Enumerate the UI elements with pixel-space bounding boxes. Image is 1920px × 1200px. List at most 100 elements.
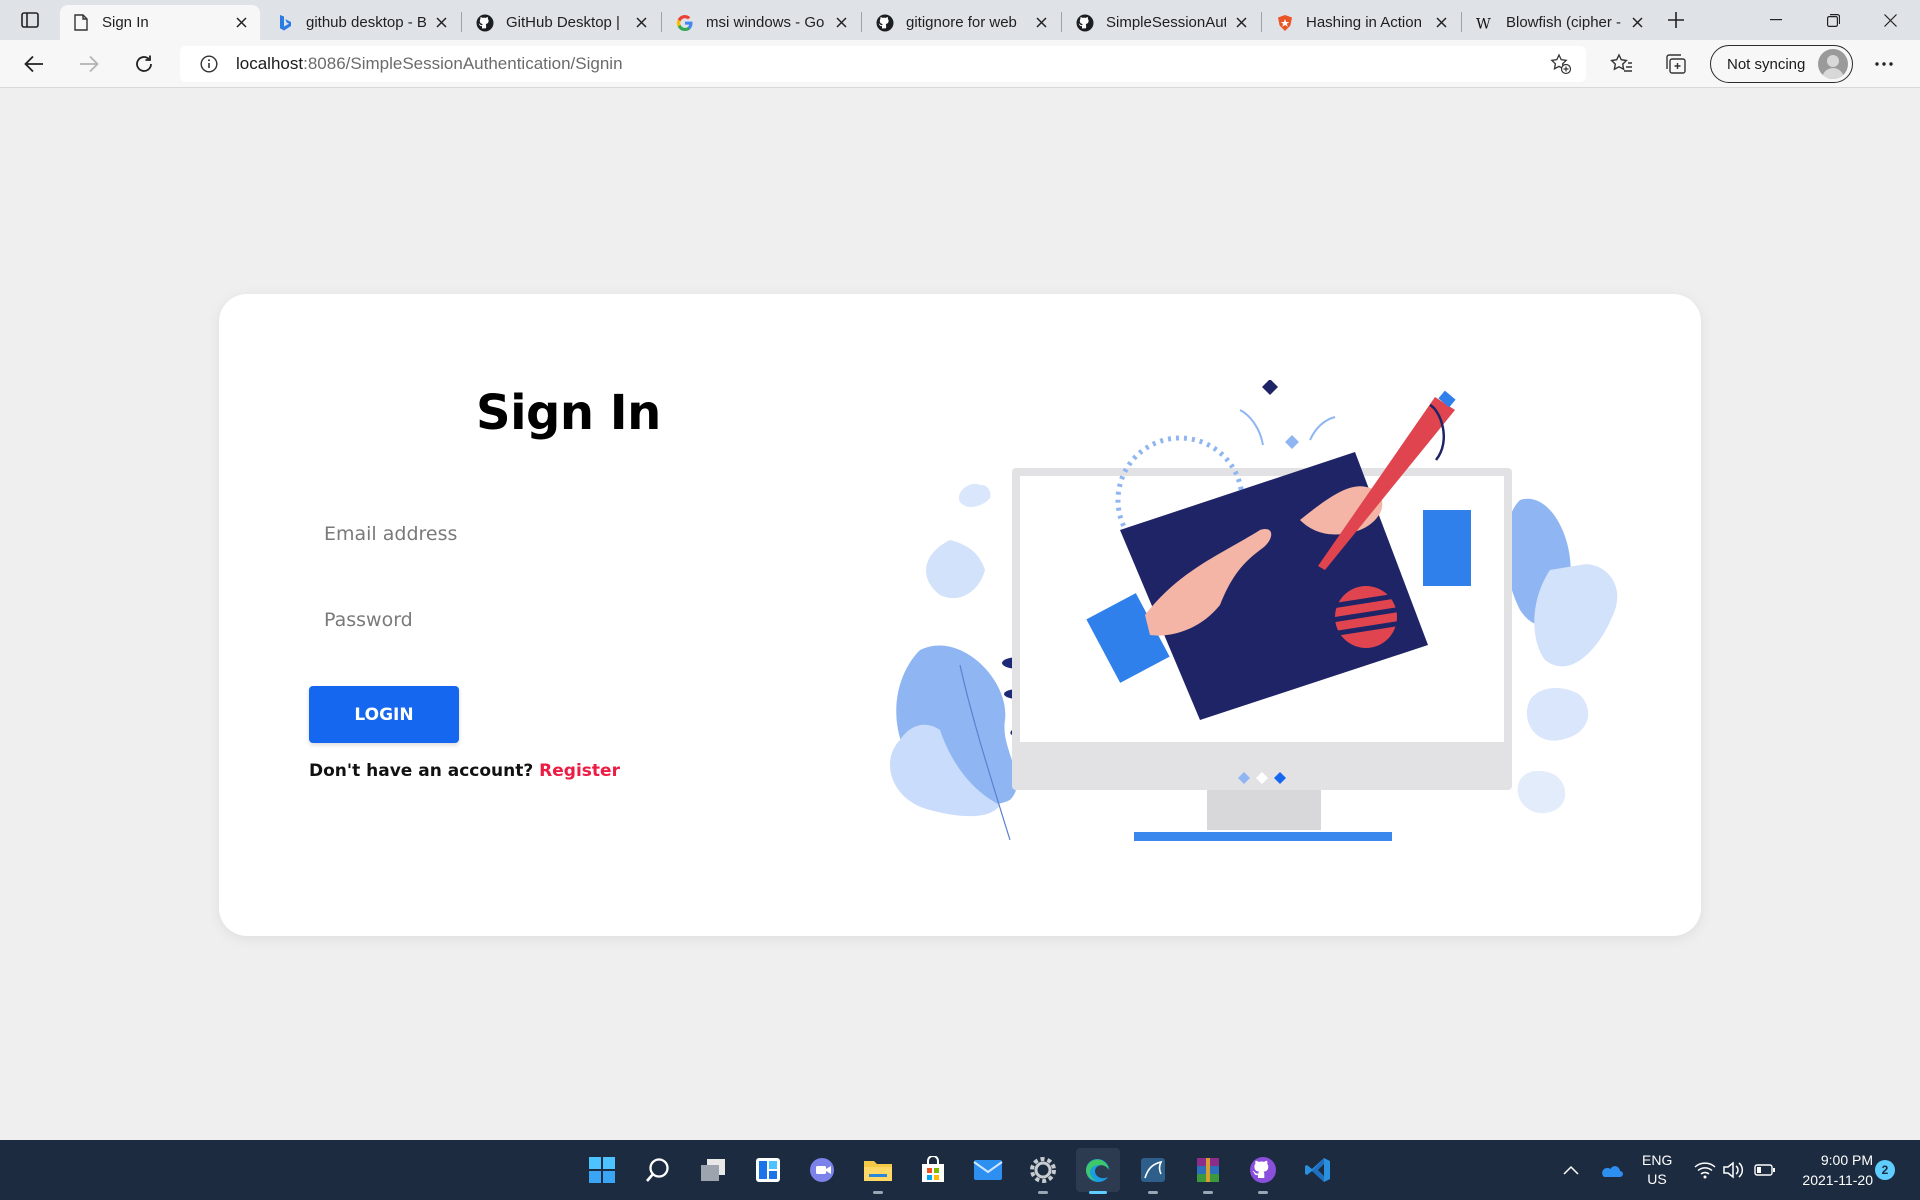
date-text: 2021-11-20 [1802, 1172, 1873, 1188]
collections-icon[interactable] [1658, 48, 1694, 80]
tab-separator [1061, 12, 1062, 32]
bing-icon [276, 14, 294, 32]
mysql-workbench-icon[interactable] [1131, 1148, 1175, 1194]
running-indicator [873, 1191, 883, 1194]
tab-separator [1261, 12, 1262, 32]
notification-badge[interactable]: 2 [1875, 1160, 1895, 1180]
register-link[interactable]: Register [539, 761, 620, 781]
register-prompt: Don't have an account? [309, 761, 534, 781]
task-view-icon[interactable] [691, 1148, 735, 1192]
edge-icon[interactable] [1076, 1148, 1120, 1194]
teams-chat-icon[interactable] [801, 1148, 845, 1192]
tab-label: Blowfish (cipher - [1506, 14, 1622, 31]
close-tab-icon[interactable] [632, 14, 650, 32]
refresh-icon[interactable] [126, 48, 162, 80]
github-icon [476, 14, 494, 32]
tab-label: SimpleSessionAut [1106, 14, 1226, 31]
close-tab-icon[interactable] [832, 14, 850, 32]
add-favorite-icon[interactable] [1546, 50, 1576, 78]
vscode-icon[interactable] [1296, 1148, 1340, 1192]
tab-bar: Sign In github desktop - B GitHub Deskto… [0, 0, 1920, 40]
tab-separator [861, 12, 862, 32]
minimize-icon[interactable] [1748, 0, 1804, 40]
url-host: localhost [236, 54, 304, 73]
close-tab-icon[interactable] [232, 14, 250, 32]
running-indicator [1148, 1191, 1158, 1194]
back-icon[interactable] [16, 48, 52, 80]
tab-github-desktop-bing[interactable]: github desktop - B [264, 5, 460, 40]
close-tab-icon[interactable] [1432, 14, 1450, 32]
running-indicator [1038, 1191, 1048, 1194]
register-prompt-line: Don't have an account? Register [309, 761, 620, 781]
new-tab-icon[interactable] [1660, 6, 1692, 34]
forward-icon[interactable] [71, 48, 107, 80]
mail-icon[interactable] [966, 1148, 1010, 1192]
close-tab-icon[interactable] [1032, 14, 1050, 32]
input-language-indicator[interactable]: ENG US [1642, 1151, 1672, 1189]
right-leaves-illustration [1505, 498, 1618, 814]
svg-text:W: W [1476, 16, 1491, 31]
tab-sign-in[interactable]: Sign In [60, 5, 260, 40]
settings-and-more-icon[interactable] [1866, 48, 1902, 80]
store-icon[interactable] [911, 1148, 955, 1192]
login-button[interactable]: LOGIN [309, 686, 459, 743]
tab-actions-menu-icon[interactable] [14, 6, 46, 34]
volume-icon[interactable] [1720, 1157, 1746, 1183]
tab-github-desktop[interactable]: GitHub Desktop | [464, 5, 660, 40]
tab-msi-windows-google[interactable]: msi windows - Go [664, 5, 860, 40]
close-tab-icon[interactable] [432, 14, 450, 32]
language-code: ENG [1642, 1152, 1673, 1168]
site-info-icon[interactable] [194, 55, 224, 73]
page-title: Sign In [476, 385, 661, 441]
winrar-icon[interactable] [1186, 1148, 1230, 1194]
show-hidden-icons-icon[interactable] [1558, 1157, 1584, 1183]
battery-icon[interactable] [1752, 1157, 1778, 1183]
password-field[interactable] [309, 594, 849, 646]
avatar [1818, 49, 1848, 79]
windows-taskbar: ENG US 9:00 PM 2021-11-20 2 [0, 1140, 1920, 1200]
tab-blowfish-wikipedia[interactable]: W Blowfish (cipher - [1464, 5, 1656, 40]
tab-separator [461, 12, 462, 32]
wifi-icon[interactable] [1692, 1157, 1718, 1183]
search-icon[interactable] [636, 1148, 680, 1192]
running-indicator [1258, 1191, 1268, 1194]
widgets-icon[interactable] [746, 1148, 790, 1192]
github-desktop-icon[interactable] [1241, 1148, 1285, 1194]
clock[interactable]: 9:00 PM 2021-11-20 [1783, 1150, 1873, 1190]
time-text: 9:00 PM [1820, 1152, 1873, 1168]
navigation-toolbar: localhost:8086/SimpleSessionAuthenticati… [0, 40, 1920, 88]
wikipedia-icon: W [1476, 14, 1494, 32]
profile-sync-button[interactable]: Not syncing [1710, 45, 1853, 83]
favorites-icon[interactable] [1603, 48, 1639, 80]
onedrive-icon[interactable] [1598, 1157, 1624, 1183]
region-code: US [1647, 1171, 1667, 1187]
auth0-icon [1276, 14, 1294, 32]
tab-label: msi windows - Go [706, 14, 825, 31]
close-window-icon[interactable] [1862, 0, 1918, 40]
github-icon [876, 14, 894, 32]
sparkle-decorations [1239, 380, 1336, 449]
close-tab-icon[interactable] [1628, 14, 1646, 32]
tab-simple-session-auth[interactable]: SimpleSessionAut [1064, 5, 1260, 40]
address-bar[interactable]: localhost:8086/SimpleSessionAuthenticati… [180, 46, 1586, 82]
start-icon[interactable] [580, 1148, 624, 1192]
url-text[interactable]: localhost:8086/SimpleSessionAuthenticati… [236, 54, 623, 74]
email-field[interactable] [309, 508, 849, 560]
tab-label: Sign In [102, 14, 149, 31]
running-indicator [1203, 1191, 1213, 1194]
sync-label: Not syncing [1727, 55, 1806, 73]
file-explorer-icon[interactable] [856, 1148, 900, 1194]
tab-separator [661, 12, 662, 32]
tab-separator [1461, 12, 1462, 32]
settings-icon[interactable] [1021, 1148, 1065, 1194]
tab-label: GitHub Desktop | [506, 14, 620, 31]
tab-label: gitignore for web [906, 14, 1017, 31]
google-icon [676, 14, 694, 32]
url-path: :8086/SimpleSessionAuthentication/Signin [303, 54, 623, 73]
restore-icon[interactable] [1805, 0, 1861, 40]
running-indicator [1089, 1191, 1107, 1194]
tab-label: Hashing in Action [1306, 14, 1422, 31]
tab-gitignore[interactable]: gitignore for web [864, 5, 1060, 40]
close-tab-icon[interactable] [1232, 14, 1250, 32]
tab-hashing-in-action[interactable]: Hashing in Action [1264, 5, 1460, 40]
